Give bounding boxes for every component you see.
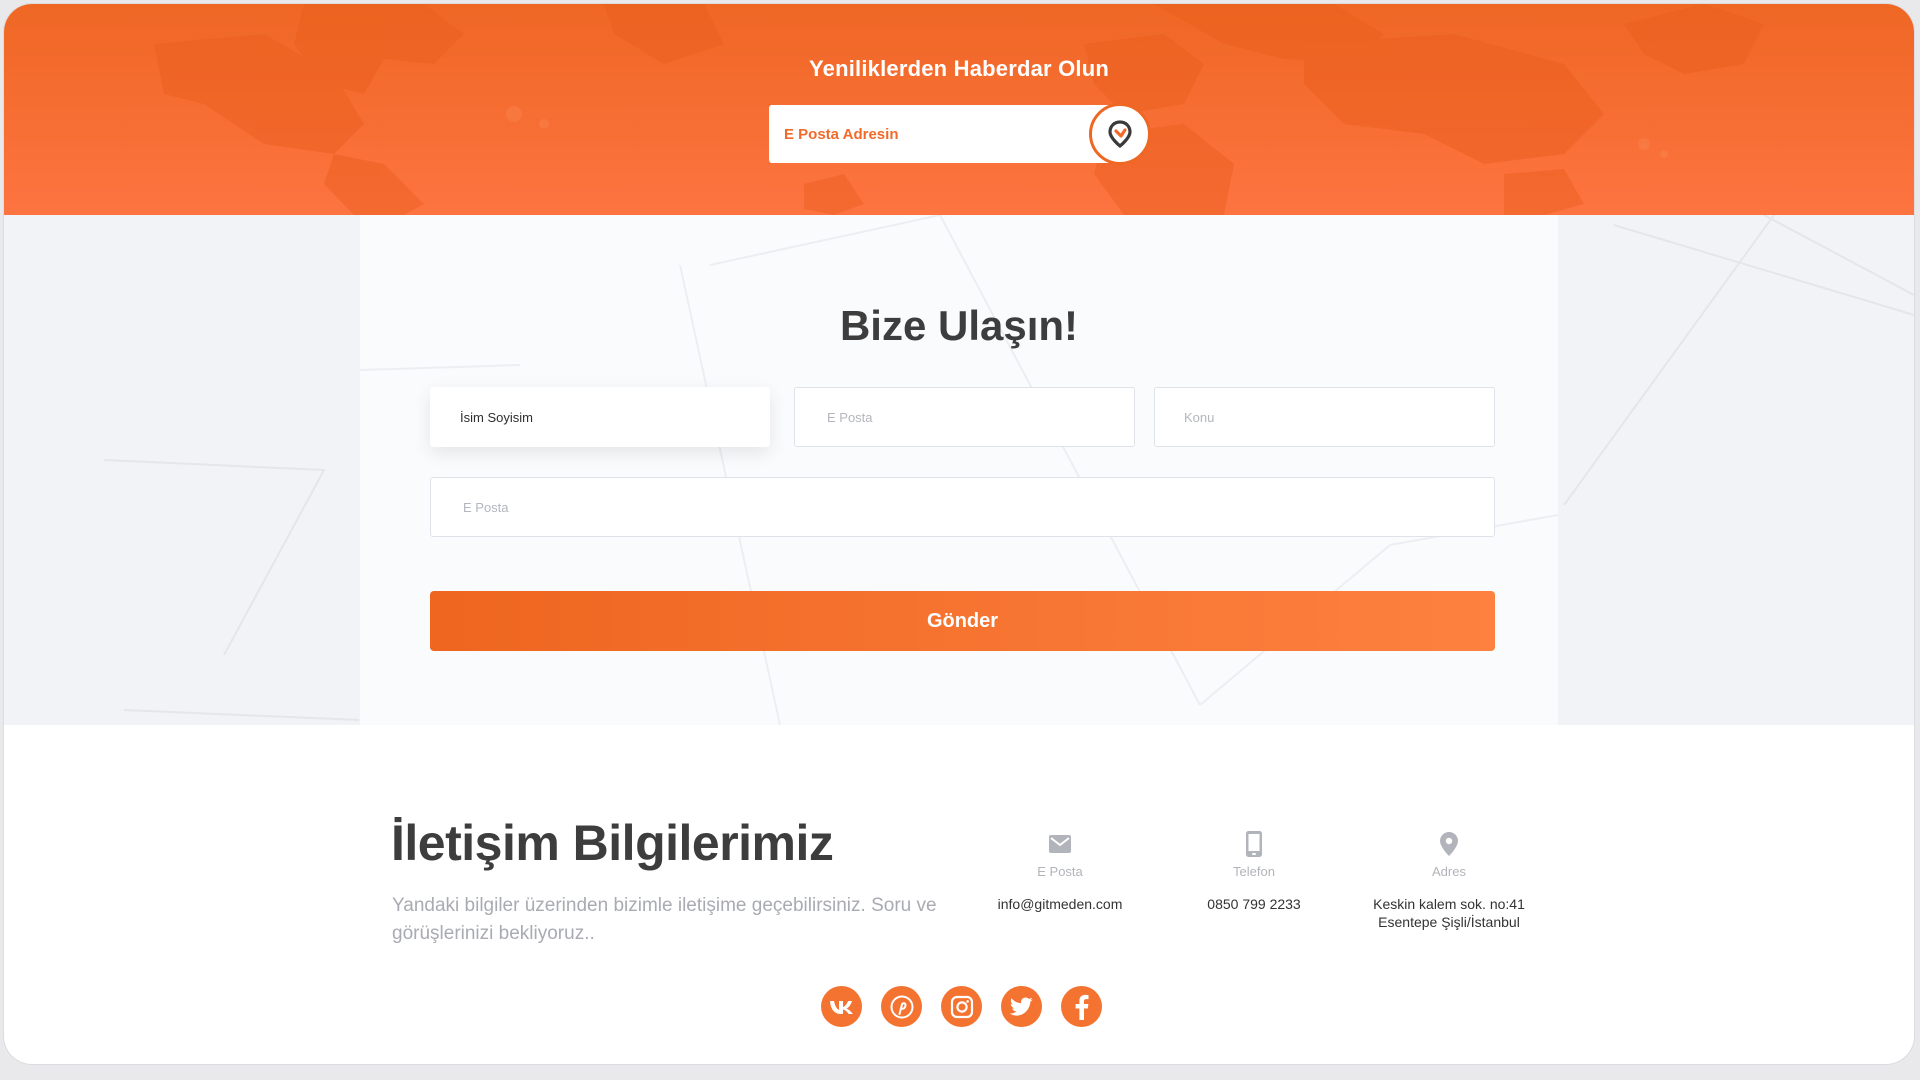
subject-input[interactable] — [1154, 387, 1495, 447]
facebook-icon — [1075, 994, 1088, 1020]
name-input[interactable] — [430, 387, 770, 447]
contact-address-value: Keskin kalem sok. no:41 Esentepe Şişli/İ… — [1354, 895, 1544, 931]
contact-email-value[interactable]: info@gitmeden.com — [965, 895, 1155, 913]
contact-phone-label: Telefon — [1233, 864, 1275, 879]
contact-form-title: Bize Ulaşın! — [839, 302, 1079, 349]
newsletter-section: Yeniliklerden Haberdar Olun — [4, 4, 1914, 215]
contact-email-block: E Posta info@gitmeden.com — [965, 828, 1155, 913]
message-input[interactable] — [430, 477, 1495, 537]
twitter-link[interactable] — [1001, 986, 1042, 1027]
location-icon — [1440, 832, 1458, 856]
contact-phone-value[interactable]: 0850 799 2233 — [1159, 895, 1349, 913]
mail-icon — [1049, 835, 1071, 853]
location-pin-arrow-icon — [1108, 120, 1132, 149]
email-input[interactable] — [794, 387, 1135, 447]
vk-link[interactable] — [821, 986, 862, 1027]
instagram-icon — [950, 995, 973, 1018]
social-links — [821, 986, 1102, 1027]
newsletter-submit-button[interactable] — [1089, 103, 1151, 165]
contact-info-description: Yandaki bilgiler üzerinden bizimle ileti… — [392, 895, 937, 944]
facebook-link[interactable] — [1061, 986, 1102, 1027]
contact-address-block: Adres Keskin kalem sok. no:41 Esentepe Ş… — [1354, 828, 1544, 931]
contact-email-label: E Posta — [1037, 864, 1083, 879]
newsletter-title: Yeniliklerden Haberdar Olun — [808, 56, 1110, 81]
contact-address-label: Adres — [1432, 864, 1466, 879]
contact-address-line2: Esentepe Şişli/İstanbul — [1378, 914, 1520, 930]
contact-form-card: Bize Ulaşın! Gönder — [360, 215, 1558, 725]
contact-phone-block: Telefon 0850 799 2233 — [1159, 828, 1349, 913]
contact-form-section: Bize Ulaşın! Gönder — [4, 215, 1914, 725]
vk-icon — [829, 1000, 853, 1014]
contact-info-title: İletişim Bilgilerimiz — [391, 815, 834, 871]
pinterest-icon — [890, 995, 913, 1018]
instagram-link[interactable] — [941, 986, 982, 1027]
submit-button[interactable]: Gönder — [430, 591, 1495, 651]
newsletter-email-input[interactable] — [769, 105, 1115, 163]
pinterest-link[interactable] — [881, 986, 922, 1027]
contact-address-line1: Keskin kalem sok. no:41 — [1373, 896, 1525, 912]
twitter-icon — [1009, 996, 1033, 1016]
page-frame: Yeniliklerden Haberdar Olun E Posta Adre… — [4, 4, 1914, 1064]
phone-icon — [1246, 831, 1262, 857]
